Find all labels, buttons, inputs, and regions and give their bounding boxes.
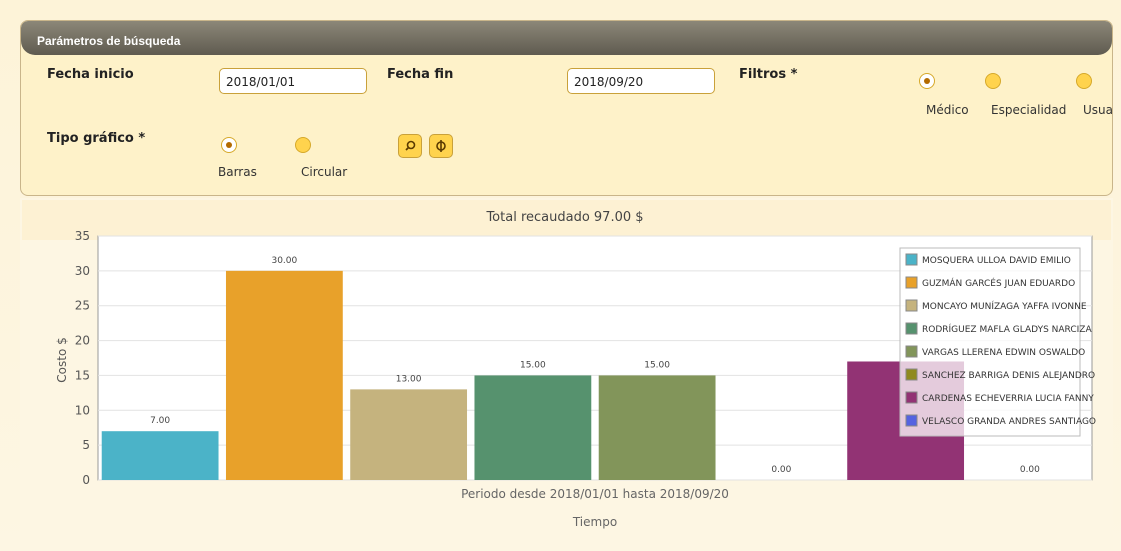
bar[interactable] — [101, 431, 219, 480]
legend-item-label: GUZMÁN GARCÉS JUAN EDUARDO — [922, 277, 1075, 289]
filtro-especialidad-radio[interactable] — [985, 73, 1001, 89]
filtro-medico-radio[interactable] — [919, 73, 935, 89]
bar[interactable] — [474, 375, 592, 480]
legend-item-label: RODRÍGUEZ MAFLA GLADYS NARCIZA — [922, 323, 1092, 335]
y-tick-label: 30 — [75, 264, 90, 278]
bar[interactable] — [350, 389, 468, 480]
legend-swatch — [905, 391, 918, 404]
legend-swatch — [905, 276, 918, 289]
legend-item-label: CARDENAS ECHEVERRIA LUCIA FANNY — [922, 394, 1094, 404]
legend-box — [899, 247, 1081, 437]
panel-header: Parámetros de búsqueda — [21, 21, 1112, 55]
tipo-barras-label: Barras — [218, 165, 257, 179]
fecha-fin-label: Fecha fin — [387, 67, 454, 82]
filtro-especialidad-label: Especialidad — [991, 103, 1067, 117]
panel-title: Parámetros de búsqueda — [37, 34, 181, 48]
bar-data-label: 30.00 — [271, 256, 297, 266]
y-tick-label: 0 — [82, 473, 90, 487]
tipo-barras-radio[interactable] — [221, 137, 237, 153]
y-axis-label: Costo $ — [55, 337, 69, 382]
bar[interactable] — [598, 375, 716, 480]
search-button[interactable] — [398, 134, 422, 158]
tipo-circular-radio[interactable] — [295, 137, 311, 153]
bar-data-label: 13.00 — [396, 374, 422, 384]
bar-data-label: 0.00 — [1020, 465, 1040, 475]
legend-item-label: VELASCO GRANDA ANDRES SANTIAGO — [922, 417, 1096, 427]
refresh-button[interactable] — [429, 134, 453, 158]
chart-title: Total recaudado 97.00 $ — [485, 210, 643, 225]
filtro-usuario-label: Usuari — [1083, 103, 1113, 117]
filtros-label: Filtros * — [739, 67, 798, 82]
legend-item-label: SANCHEZ BARRIGA DENIS ALEJANDRO — [922, 371, 1095, 381]
bar-data-label: 7.00 — [150, 416, 170, 426]
legend-swatch — [905, 345, 918, 358]
fecha-inicio-input[interactable]: 2018/01/01 — [219, 68, 367, 94]
legend-swatch — [905, 322, 918, 335]
x-axis-label: Tiempo — [572, 515, 617, 529]
y-tick-label: 35 — [75, 229, 90, 243]
legend-item-label: MOSQUERA ULLOA DAVID EMILIO — [922, 256, 1071, 266]
filtro-medico-label: Médico — [926, 103, 969, 117]
legend-swatch — [905, 414, 918, 427]
legend-item-label: MONCAYO MUNÍZAGA YAFFA IVONNE — [922, 300, 1087, 312]
bar-data-label: 15.00 — [520, 360, 546, 370]
chart-subtitle: Periodo desde 2018/01/01 hasta 2018/09/2… — [461, 487, 729, 501]
tipo-grafico-label: Tipo gráfico * — [47, 131, 146, 146]
chart-legend: MOSQUERA ULLOA DAVID EMILIO GUZMÁN GARCÉS… — [899, 247, 1096, 437]
y-tick-label: 5 — [82, 438, 90, 452]
legend-swatch — [905, 299, 918, 312]
filtro-usuario-radio[interactable] — [1076, 73, 1092, 89]
legend-item-label: VARGAS LLERENA EDWIN OSWALDO — [922, 348, 1085, 358]
y-tick-label: 25 — [75, 299, 90, 313]
y-tick-label: 20 — [75, 334, 90, 348]
fecha-inicio-label: Fecha inicio — [47, 67, 134, 82]
chart-area: Total recaudado 97.00 $ 0 5 10 15 20 25 30 35 7… — [20, 198, 1113, 546]
refresh-icon — [436, 140, 446, 152]
search-parameters-panel: Parámetros de búsqueda Fecha inicio 2018… — [20, 20, 1113, 196]
tipo-circular-label: Circular — [301, 165, 348, 179]
y-tick-label: 15 — [75, 368, 90, 382]
bar-data-label: 15.00 — [644, 360, 670, 370]
y-tick-label: 10 — [75, 403, 90, 417]
bar-data-label: 0.00 — [771, 465, 791, 475]
bar-chart: Total recaudado 97.00 $ 0 5 10 15 20 25 30 35 7… — [22, 200, 1111, 529]
bar[interactable] — [225, 270, 343, 480]
fecha-fin-input[interactable]: 2018/09/20 — [567, 68, 715, 94]
legend-swatch — [905, 368, 918, 381]
legend-swatch — [905, 253, 918, 266]
search-icon — [405, 140, 416, 151]
